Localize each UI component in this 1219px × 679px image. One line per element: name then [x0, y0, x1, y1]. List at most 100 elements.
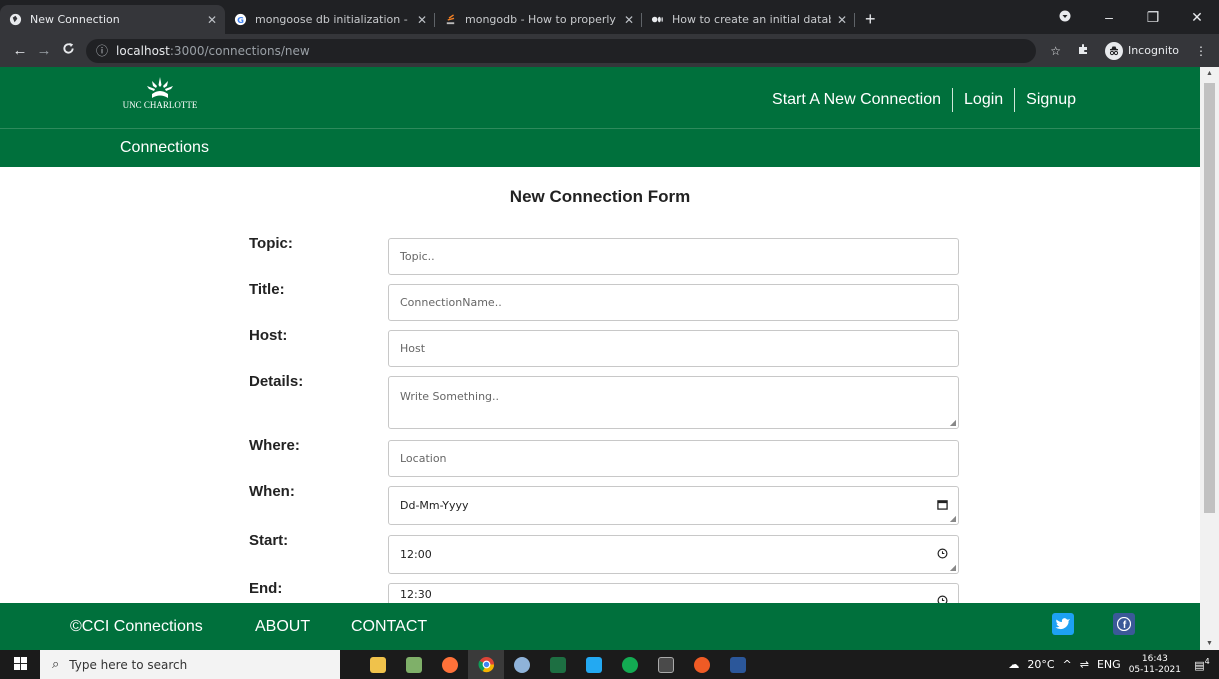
extensions-icon[interactable]: [1077, 43, 1089, 58]
browser-tab-bar: New Connection ✕ G mongoose db initializ…: [0, 0, 1219, 34]
info-icon[interactable]: ⓘ: [96, 42, 108, 59]
clock[interactable]: 16:43 05-11-2021: [1129, 654, 1181, 676]
spyder-icon[interactable]: [504, 650, 540, 679]
host-input[interactable]: Host: [388, 330, 959, 367]
forward-arrow-icon[interactable]: →: [32, 42, 56, 59]
weather-cloud-icon[interactable]: ☁: [1008, 658, 1019, 671]
footer-contact-link[interactable]: CONTACT: [351, 618, 427, 636]
crown-logo-icon: [147, 77, 173, 98]
nav-start-new-connection[interactable]: Start A New Connection: [761, 91, 952, 109]
google-icon: G: [233, 13, 247, 27]
subnav-connections-link[interactable]: Connections: [120, 139, 209, 157]
twitter-icon[interactable]: [1052, 613, 1074, 635]
back-arrow-icon[interactable]: ←: [8, 42, 32, 59]
page-content: UNC CHARLOTTE Start A New Connection Log…: [0, 67, 1200, 603]
page-scrollbar[interactable]: ▲ ▼: [1200, 67, 1219, 650]
notification-center-icon[interactable]: ▤4: [1189, 657, 1215, 672]
location-input[interactable]: Location: [388, 440, 959, 477]
resize-grip-icon[interactable]: ◢: [950, 514, 956, 523]
url-input[interactable]: ⓘ localhost :3000/connections/new: [86, 38, 1036, 63]
tab-title: How to create an initial database: [672, 13, 831, 26]
toolbar-actions: ☆ Incognito ⋮: [1042, 34, 1219, 67]
end-time-input[interactable]: 12:30: [388, 583, 959, 603]
footer-about-link[interactable]: ABOUT: [255, 618, 310, 636]
search-icon: ⌕: [52, 657, 60, 672]
tab-title: mongodb - How to properly initi: [465, 13, 618, 26]
vscode-icon[interactable]: [576, 650, 612, 679]
network-icon[interactable]: ⇌: [1080, 658, 1089, 671]
windows-start-icon[interactable]: [0, 656, 40, 673]
reload-icon[interactable]: [56, 42, 80, 59]
new-tab-button[interactable]: +: [855, 5, 886, 34]
title-input[interactable]: ConnectionName..: [388, 284, 959, 321]
where-label: Where:: [249, 437, 300, 454]
facebook-icon[interactable]: f: [1113, 613, 1135, 635]
svg-text:f: f: [1123, 620, 1127, 631]
tab-mongodb-stackoverflow[interactable]: mongodb - How to properly initi ✕: [435, 5, 642, 34]
start-time-value: 12:00: [400, 548, 432, 561]
start-time-input[interactable]: 12:00 ◢: [388, 535, 959, 574]
footer-copyright: ©CCI Connections: [70, 617, 203, 635]
nav-signup[interactable]: Signup: [1015, 91, 1087, 109]
excel-icon[interactable]: [540, 650, 576, 679]
clock-icon[interactable]: [937, 595, 948, 603]
word-icon[interactable]: [720, 650, 756, 679]
notepad-icon[interactable]: [396, 650, 432, 679]
resize-grip-icon[interactable]: ◢: [950, 418, 956, 427]
topic-label: Topic:: [249, 235, 293, 252]
firefox-icon[interactable]: [432, 650, 468, 679]
logo-text: UNC CHARLOTTE: [122, 100, 198, 110]
close-icon[interactable]: ✕: [837, 13, 847, 27]
weather-temperature[interactable]: 20°C: [1027, 658, 1054, 671]
mongodb-compass-icon[interactable]: [612, 650, 648, 679]
address-bar-row: ← → ⓘ localhost :3000/connections/new ☆ …: [0, 34, 1219, 67]
taskbar-apps: [360, 650, 756, 679]
tab-mongoose-search[interactable]: G mongoose db initialization - Goo ✕: [225, 5, 435, 34]
scroll-up-arrow-icon[interactable]: ▲: [1200, 70, 1219, 77]
tab-initial-database[interactable]: How to create an initial database ✕: [642, 5, 855, 34]
browser-menu-icon[interactable]: ⋮: [1195, 44, 1207, 58]
url-host: localhost: [116, 43, 170, 58]
close-window-button[interactable]: ✕: [1175, 9, 1219, 26]
resize-grip-icon[interactable]: ◢: [950, 563, 956, 572]
close-icon[interactable]: ✕: [624, 13, 634, 27]
host-label: Host:: [249, 327, 288, 344]
site-header: UNC CHARLOTTE Start A New Connection Log…: [0, 67, 1200, 129]
minimize-button[interactable]: –: [1087, 9, 1131, 25]
maximize-button[interactable]: ❐: [1131, 9, 1175, 26]
when-label: When:: [249, 483, 295, 500]
clock-time: 16:43: [1141, 653, 1168, 664]
calendar-icon[interactable]: [937, 499, 948, 513]
close-icon[interactable]: ✕: [417, 13, 427, 27]
date-value: Dd-Mm-Yyyy: [400, 499, 469, 512]
file-explorer-icon[interactable]: [360, 650, 396, 679]
incognito-indicator[interactable]: Incognito: [1104, 41, 1179, 60]
scroll-down-arrow-icon[interactable]: ▼: [1200, 640, 1219, 647]
topic-input[interactable]: Topic..: [388, 238, 959, 275]
language-indicator[interactable]: ENG: [1097, 658, 1121, 671]
tab-new-connection[interactable]: New Connection ✕: [0, 5, 225, 34]
chrome-icon[interactable]: [468, 650, 504, 679]
bookmark-star-icon[interactable]: ☆: [1050, 44, 1061, 58]
date-input[interactable]: Dd-Mm-Yyyy ◢: [388, 486, 959, 525]
close-icon[interactable]: ✕: [207, 13, 217, 27]
windows-taskbar: ⌕ Type here to search ☁ 20°C ^ ⇌ ENG 16:…: [0, 650, 1219, 679]
window-controls: – ❐ ✕: [1043, 0, 1219, 34]
medium-icon: [650, 13, 664, 27]
scrollbar-thumb[interactable]: [1204, 83, 1215, 513]
terminal-icon[interactable]: [648, 650, 684, 679]
globe-icon: [8, 13, 22, 27]
unc-charlotte-logo[interactable]: UNC CHARLOTTE: [115, 77, 205, 110]
details-textarea[interactable]: Write Something.. ◢: [388, 376, 959, 429]
profile-menu-icon[interactable]: [1043, 9, 1087, 25]
incognito-label: Incognito: [1127, 44, 1179, 57]
end-label: End:: [249, 580, 283, 597]
postman-icon[interactable]: [684, 650, 720, 679]
nav-login[interactable]: Login: [953, 91, 1014, 109]
site-footer: ©CCI Connections ABOUT CONTACT f: [0, 603, 1200, 650]
incognito-icon: [1104, 41, 1123, 60]
stackoverflow-icon: [443, 13, 457, 27]
clock-icon[interactable]: [937, 548, 948, 562]
taskbar-search-input[interactable]: ⌕ Type here to search: [40, 650, 340, 679]
chevron-up-icon[interactable]: ^: [1063, 658, 1072, 671]
